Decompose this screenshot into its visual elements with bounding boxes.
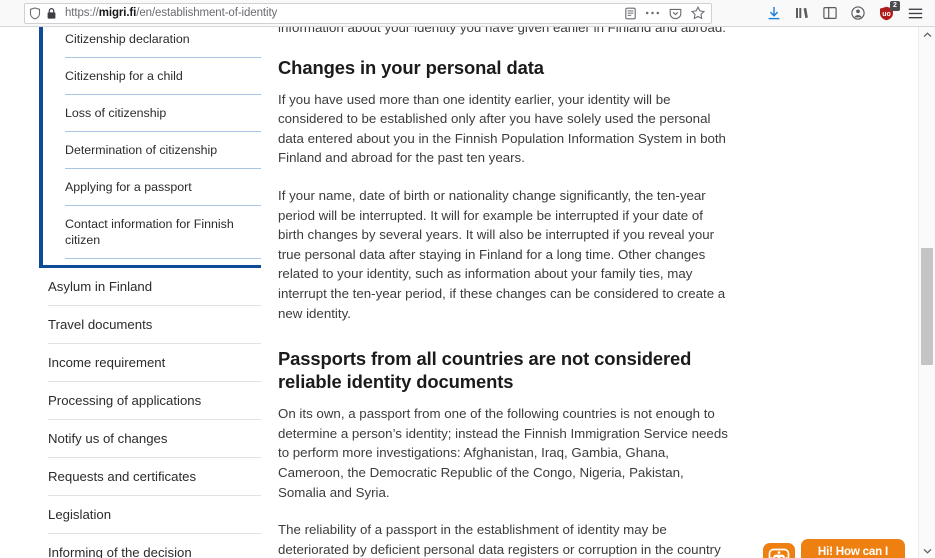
sidebar-item-applying-for-a-passport[interactable]: Applying for a passport (65, 169, 261, 206)
robot-icon[interactable] (763, 543, 795, 558)
url-scheme: https:// (65, 6, 99, 19)
sidebar-item-label: Requests and certificates (48, 469, 197, 484)
sidebar-item-travel-documents[interactable]: Travel documents (48, 306, 261, 344)
sidebar-item-label: Processing of applications (48, 393, 202, 408)
sidebar-item-income-requirement[interactable]: Income requirement (48, 344, 261, 382)
sidebar-item-label: Notify us of changes (48, 431, 168, 446)
sidebar-item-label: Loss of citizenship (65, 106, 167, 120)
sidebar-item-determination-of-citizenship[interactable]: Determination of citizenship (65, 132, 261, 169)
shield-icon[interactable] (29, 6, 41, 20)
sidebar-item-label: Contact information for Finnish citizen (65, 217, 234, 247)
hamburger-menu-icon[interactable] (908, 7, 923, 20)
identity-box[interactable] (29, 6, 63, 20)
address-bar[interactable]: https://migri.fi/en/establishment-of-ide… (24, 2, 712, 24)
sidebar-item-label: Citizenship for a child (65, 69, 183, 83)
sidebar-subnav-group: Citizenship declaration Citizenship for … (39, 27, 261, 268)
section-heading-passports-reliability: Passports from all countries are not con… (278, 348, 692, 393)
paragraph-4: The reliability of a passport in the est… (278, 522, 721, 557)
sidebar-item-label: Determination of citizenship (65, 143, 218, 157)
sidebar-item-citizenship-for-a-child[interactable]: Citizenship for a child (65, 58, 261, 95)
article-content: information about your identity you have… (278, 27, 730, 558)
paragraph-3: On its own, a passport from one of the f… (278, 406, 728, 500)
star-icon[interactable] (690, 5, 706, 20)
page-actions-icon[interactable] (645, 10, 660, 16)
chevron-down-icon[interactable] (919, 543, 935, 558)
sidebar-item-asylum-in-finland[interactable]: Asylum in Finland (48, 268, 261, 306)
url-path: /en/establishment-of-identity (136, 6, 278, 19)
sidebar-item-requests-and-certificates[interactable]: Requests and certificates (48, 458, 261, 496)
section-heading-changes-in-personal-data: Changes in your personal data (278, 56, 544, 78)
intro-paragraph: information about your identity you have… (278, 27, 726, 35)
sidebar-item-label: Travel documents (48, 317, 153, 332)
account-icon[interactable] (851, 6, 865, 20)
download-icon[interactable] (767, 6, 781, 21)
sidebar-item-processing-of-applications[interactable]: Processing of applications (48, 382, 261, 420)
reader-view-icon[interactable] (625, 7, 636, 20)
sidebar-item-label: Informing of the decision (48, 545, 192, 558)
sidebar-item-contact-information-for-finnish-citizen[interactable]: Contact information for Finnish citizen (65, 206, 261, 259)
url-text[interactable]: https://migri.fi/en/establishment-of-ide… (63, 4, 625, 23)
sidebar-item-label: Legislation (48, 507, 112, 522)
page-viewport: Citizenship declaration Citizenship for … (0, 27, 935, 558)
sidebar-navigation: Citizenship declaration Citizenship for … (39, 27, 261, 558)
library-icon[interactable] (795, 6, 809, 20)
url-domain: migri.fi (98, 6, 137, 19)
page-scrollbar[interactable] (918, 27, 935, 558)
browser-actions: uo 2 (767, 0, 929, 21)
padlock-icon[interactable] (46, 7, 57, 20)
sidebar-item-notify-us-of-changes[interactable]: Notify us of changes (48, 420, 261, 458)
sidebar-mainnav-group: Asylum in Finland Travel documents Incom… (39, 268, 261, 558)
sidebar-item-label: Asylum in Finland (48, 279, 153, 294)
extension-badge-count: 2 (890, 0, 900, 11)
sidebar-item-label: Applying for a passport (65, 180, 192, 194)
sidebar-item-legislation[interactable]: Legislation (48, 496, 261, 534)
sidebar-item-label: Income requirement (48, 355, 166, 370)
sidebar-item-informing-of-the-decision[interactable]: Informing of the decision (48, 534, 261, 558)
address-bar-actions (625, 5, 707, 20)
browser-toolbar: https://migri.fi/en/establishment-of-ide… (0, 0, 935, 27)
scrollbar-thumb[interactable] (921, 248, 933, 365)
extension-button[interactable]: uo 2 (879, 0, 900, 21)
pocket-icon[interactable] (669, 7, 682, 20)
sidebar-item-loss-of-citizenship[interactable]: Loss of citizenship (65, 95, 261, 132)
sidebar-icon[interactable] (823, 6, 837, 20)
chevron-up-icon[interactable] (919, 27, 935, 42)
sidebar-item-citizenship-declaration[interactable]: Citizenship declaration (65, 27, 261, 58)
chatbot-greeting-message[interactable]: Hi! How can I help you? (801, 539, 905, 558)
paragraph-2: If your name, date of birth or nationali… (278, 187, 726, 321)
sidebar-item-label: Citizenship declaration (65, 32, 190, 46)
chatbot-widget[interactable]: Hi! How can I help you? (763, 539, 905, 558)
paragraph-1: If you have used more than one identity … (278, 91, 726, 166)
subnav-spacer (43, 259, 261, 265)
svg-text:uo: uo (882, 11, 891, 18)
